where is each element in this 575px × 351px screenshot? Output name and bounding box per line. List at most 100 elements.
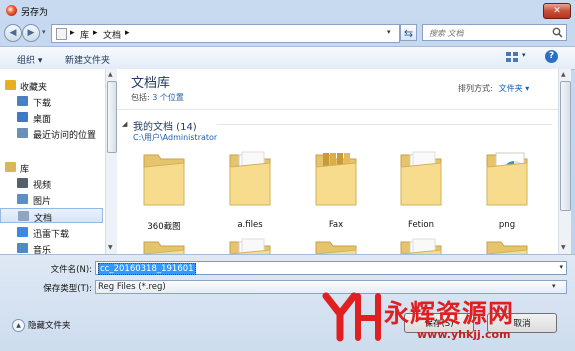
sidebar-item-label: 收藏夹	[20, 83, 48, 93]
folder-item[interactable]: Fax	[301, 149, 371, 239]
folder-label: a.files	[237, 220, 263, 230]
breadcrumb-sep: ▸	[70, 28, 75, 38]
group-collapse-icon[interactable]: ◢	[122, 120, 127, 128]
sidebar-item[interactable]: 下载	[0, 94, 103, 109]
sidebar-item[interactable]: 最近访问的位置	[0, 126, 103, 141]
search-input[interactable]	[427, 26, 551, 40]
arrange-by: 排列方式: 文件夹 ▾	[458, 83, 529, 94]
folder-icon	[227, 149, 273, 209]
filetype-dropdown[interactable]: ▾	[552, 282, 556, 290]
navigation-bar: ◀ ▶ ▾ ▸ 库 ▸ 文档 ▸ ▾ ⇆	[0, 22, 575, 44]
breadcrumb-documents[interactable]: 文档	[103, 28, 121, 41]
folder-label: Fetion	[408, 220, 434, 230]
sidebar-item[interactable]: 图片	[0, 192, 103, 207]
navigation-pane-scrollbar[interactable]: ▲ ▼	[105, 69, 117, 254]
arrange-by-dropdown[interactable]: 文件夹 ▾	[499, 84, 530, 93]
file-list-pane: 文档库 包括: 3 个位置 排列方式: 文件夹 ▾ ◢ 我的文档 (14) C:\…	[117, 69, 558, 254]
pictures-library-icon	[17, 194, 28, 204]
address-bar[interactable]: ▸ 库 ▸ 文档 ▸ ▾	[51, 24, 400, 43]
sidebar-item[interactable]: 音乐	[0, 241, 103, 254]
sidebar-item[interactable]: 迅雷下载	[0, 225, 103, 240]
scrollbar-thumb[interactable]	[107, 81, 117, 153]
divider	[117, 109, 558, 110]
group-path-link[interactable]: C:\用户\Administrator	[133, 132, 217, 143]
folder-icon	[484, 236, 530, 254]
folder-label: 360截图	[147, 222, 181, 232]
sidebar-item[interactable]: 桌面	[0, 110, 103, 125]
video-library-icon	[17, 178, 28, 188]
recent-places-icon	[17, 128, 28, 138]
folder-icon	[141, 149, 187, 209]
filename-label: 文件名(N):	[50, 265, 92, 275]
folder-icon	[141, 236, 187, 254]
folder-icon	[313, 236, 359, 254]
filename-value[interactable]: cc_20160318_191601	[98, 263, 196, 275]
music-library-icon	[17, 243, 28, 253]
library-locations-link[interactable]: 3 个位置	[152, 93, 184, 102]
sidebar-item[interactable]: 收藏夹	[0, 78, 103, 93]
filename-field[interactable]: cc_20160318_191601 ▾	[95, 261, 567, 275]
library-icon	[5, 162, 16, 172]
forward-button[interactable]: ▶	[22, 24, 40, 42]
collapse-icon: ▲	[12, 319, 25, 332]
folder-item[interactable]: png	[472, 149, 542, 239]
magnifier-icon[interactable]	[552, 27, 563, 38]
sidebar-item[interactable]: 文档	[0, 208, 103, 224]
folder-icon	[227, 236, 273, 254]
help-icon[interactable]: ?	[545, 50, 558, 63]
folder-item[interactable]	[215, 236, 285, 254]
watermark-url: www.yhkjj.com	[417, 328, 511, 341]
download-folder-icon	[17, 96, 28, 106]
sidebar-item-label: 桌面	[33, 115, 52, 125]
scroll-down-arrow[interactable]: ▼	[561, 244, 566, 251]
new-folder-button[interactable]: 新建文件夹	[65, 53, 110, 66]
folder-item[interactable]: 360截图	[129, 149, 199, 239]
folder-item[interactable]: a.files	[215, 149, 285, 239]
watermark: 永辉资源网 www.yhkjj.com	[322, 292, 570, 346]
sidebar-item-label: 音乐	[33, 246, 52, 254]
folder-icon	[398, 236, 444, 254]
watermark-logo	[322, 292, 381, 342]
hide-folders-toggle[interactable]: ▲ 隐藏文件夹	[12, 319, 71, 332]
breadcrumb-library[interactable]: 库	[80, 28, 89, 41]
search-box[interactable]	[422, 24, 567, 41]
view-dropdown-arrow[interactable]: ▾	[522, 51, 526, 59]
address-dropdown[interactable]: ▾	[387, 28, 391, 36]
title-bar: 另存为 ✕	[0, 0, 575, 22]
filetype-label: 保存类型(T):	[43, 284, 92, 294]
scrollbar-thumb[interactable]	[560, 81, 571, 211]
app-icon	[6, 5, 17, 16]
folder-icon	[313, 149, 359, 209]
watermark-text: 永辉资源网	[384, 299, 515, 328]
folder-item[interactable]	[301, 236, 371, 254]
arrange-by-label: 排列方式:	[458, 84, 493, 93]
sidebar-item[interactable]: 库	[0, 160, 103, 175]
filename-dropdown[interactable]: ▾	[559, 263, 563, 271]
folder-item[interactable]	[386, 236, 456, 254]
scroll-down-arrow[interactable]: ▼	[108, 244, 113, 251]
view-options-icon[interactable]	[505, 51, 519, 63]
folder-item[interactable]: Fetion	[386, 149, 456, 239]
sidebar-item-label: 库	[20, 165, 30, 175]
scroll-up-arrow[interactable]: ▲	[108, 71, 113, 78]
recent-pages-dropdown[interactable]: ▾	[42, 28, 46, 36]
sidebar-item[interactable]: 视频	[0, 176, 103, 191]
folder-label: png	[498, 220, 516, 230]
star-icon	[5, 80, 16, 90]
folder-icon	[398, 149, 444, 209]
close-button[interactable]: ✕	[543, 3, 571, 19]
back-button[interactable]: ◀	[4, 24, 22, 42]
scroll-up-arrow[interactable]: ▲	[561, 71, 566, 78]
group-header[interactable]: 我的文档 (14)	[133, 118, 197, 133]
folder-item[interactable]	[129, 236, 199, 254]
folder-item[interactable]	[472, 236, 542, 254]
file-list-scrollbar[interactable]: ▲ ▼	[558, 69, 571, 254]
breadcrumb-sep: ▸	[125, 28, 130, 38]
thunder-download-icon	[17, 227, 28, 237]
window-title: 另存为	[21, 8, 49, 18]
sidebar-item-label: 视频	[33, 181, 52, 191]
hide-folders-label: 隐藏文件夹	[28, 321, 71, 331]
sidebar-item-label: 图片	[33, 197, 52, 207]
organize-button[interactable]: 组织 ▾	[17, 53, 42, 66]
refresh-icon[interactable]: ⇆	[400, 24, 417, 41]
